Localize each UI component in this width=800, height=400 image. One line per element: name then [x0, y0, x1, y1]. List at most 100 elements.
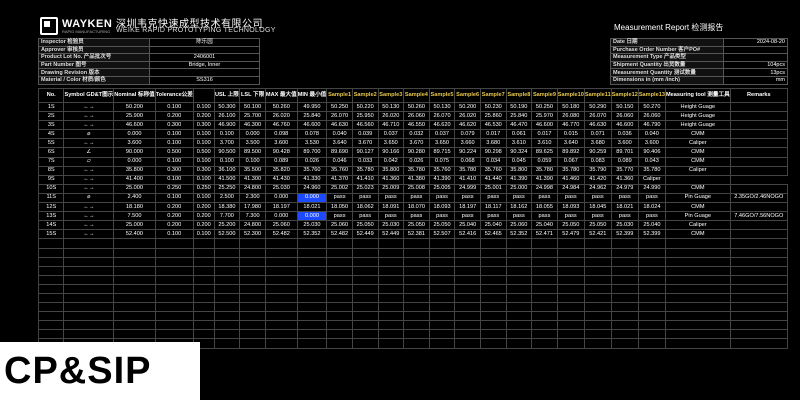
empty-cell	[505, 311, 533, 322]
empty-cell	[239, 338, 266, 349]
measuring-tool: Pin Guage	[664, 211, 731, 222]
data-cell: 24.984	[556, 183, 585, 194]
data-cell: 24.998	[531, 183, 558, 194]
empty-cell	[428, 256, 456, 267]
data-cell: 25.009	[377, 183, 405, 194]
empty-cell	[296, 238, 328, 249]
info-label: Date 日期	[610, 38, 724, 47]
data-cell: pass	[610, 211, 639, 222]
empty-cell	[264, 320, 298, 331]
data-cell: 3.600	[264, 138, 298, 149]
symbol-cell: ⌀	[63, 192, 115, 204]
empty-row	[37, 302, 789, 313]
empty-cell	[479, 274, 507, 285]
empty-cell	[664, 256, 731, 267]
empty-cell	[403, 283, 430, 294]
data-cell: 18.050	[326, 202, 353, 213]
data-cell: pass	[583, 211, 612, 222]
data-cell: 25.040	[454, 220, 481, 231]
empty-cell	[505, 265, 533, 276]
empty-cell	[637, 238, 666, 249]
column-header: Sample3	[377, 88, 405, 103]
info-value: 陈乐园	[149, 38, 260, 47]
empty-cell	[264, 338, 298, 349]
empty-row	[37, 320, 789, 331]
info-row: Date 日期 2024-08-20	[610, 38, 788, 47]
data-cell: 0.200	[154, 111, 194, 122]
empty-cell	[531, 256, 558, 267]
empty-cell	[213, 338, 241, 349]
column-header: No.	[37, 88, 65, 103]
empty-cell	[428, 238, 456, 249]
empty-cell	[479, 338, 507, 349]
empty-cell	[264, 283, 298, 294]
empty-cell	[296, 302, 328, 313]
data-cell: 52.400	[113, 229, 156, 240]
data-cell: 25.700	[239, 111, 266, 122]
empty-cell	[479, 302, 507, 313]
empty-cell	[326, 338, 353, 349]
data-cell: 46.530	[479, 120, 507, 131]
empty-cell	[583, 238, 612, 249]
info-row: Inspector 检验员 陈乐园	[38, 38, 260, 47]
data-cell: 0.100	[154, 192, 194, 204]
data-cell: 35.800	[377, 165, 405, 176]
empty-cell	[351, 292, 379, 304]
empty-cell	[637, 274, 666, 285]
data-cell: 25.005	[428, 183, 456, 194]
data-cell: 0.078	[296, 129, 328, 140]
empty-cell	[610, 302, 639, 313]
data-cell: 18.093	[428, 202, 456, 213]
data-cell: pass	[377, 211, 405, 222]
empty-cell	[454, 338, 481, 349]
empty-cell	[37, 302, 65, 313]
remarks	[664, 174, 731, 185]
data-cell: 35.800	[505, 165, 533, 176]
empty-cell	[264, 247, 298, 258]
info-value	[723, 53, 788, 62]
empty-cell	[377, 302, 405, 313]
empty-cell	[428, 311, 456, 322]
data-cell: 18.021	[296, 202, 328, 213]
empty-cell	[192, 292, 215, 304]
empty-cell	[264, 302, 298, 313]
data-cell: 0.100	[192, 138, 215, 149]
data-cell: 0.045	[505, 156, 533, 167]
column-header: Sample6	[454, 88, 481, 103]
remarks	[729, 156, 789, 167]
empty-cell	[454, 292, 481, 304]
empty-cell	[154, 329, 194, 340]
data-cell: 90.127	[351, 147, 379, 158]
data-cell: 52.479	[556, 229, 585, 240]
symbol-cell: ←→	[63, 220, 115, 231]
empty-cell	[505, 256, 533, 267]
data-cell: 24.990	[637, 183, 666, 194]
empty-cell	[637, 292, 666, 304]
data-cell: 0.200	[154, 220, 194, 231]
data-cell: 46.600	[296, 120, 328, 131]
data-cell: 25.030	[610, 220, 639, 231]
data-cell: 3.640	[556, 138, 585, 149]
empty-cell	[556, 338, 585, 349]
data-cell: 0.033	[351, 156, 379, 167]
column-header: Sample13	[637, 88, 666, 103]
dimension-arrow-icon: ←→	[83, 176, 95, 183]
data-cell: 0.015	[556, 129, 585, 140]
empty-cell	[154, 238, 194, 249]
empty-cell	[505, 283, 533, 294]
data-cell: 50.180	[556, 101, 585, 113]
data-cell: 2.400	[113, 192, 156, 204]
info-label: Part Number 图号	[38, 60, 150, 70]
data-cell: 0.000	[264, 211, 298, 222]
symbol-cell: ←→	[63, 211, 115, 222]
info-row: Measurement Quantity 测试数量 13pcs	[610, 68, 788, 77]
data-cell: 25.060	[505, 220, 533, 231]
data-cell: 26.070	[326, 111, 353, 122]
data-cell: 0.100	[192, 101, 215, 113]
empty-cell	[583, 283, 612, 294]
empty-cell	[556, 302, 585, 313]
data-cell: 2.500	[213, 192, 241, 204]
data-cell: 50.290	[583, 101, 612, 113]
data-cell: 41.370	[326, 174, 353, 185]
remarks: 7.46GO/7.56NOGO	[729, 211, 789, 222]
